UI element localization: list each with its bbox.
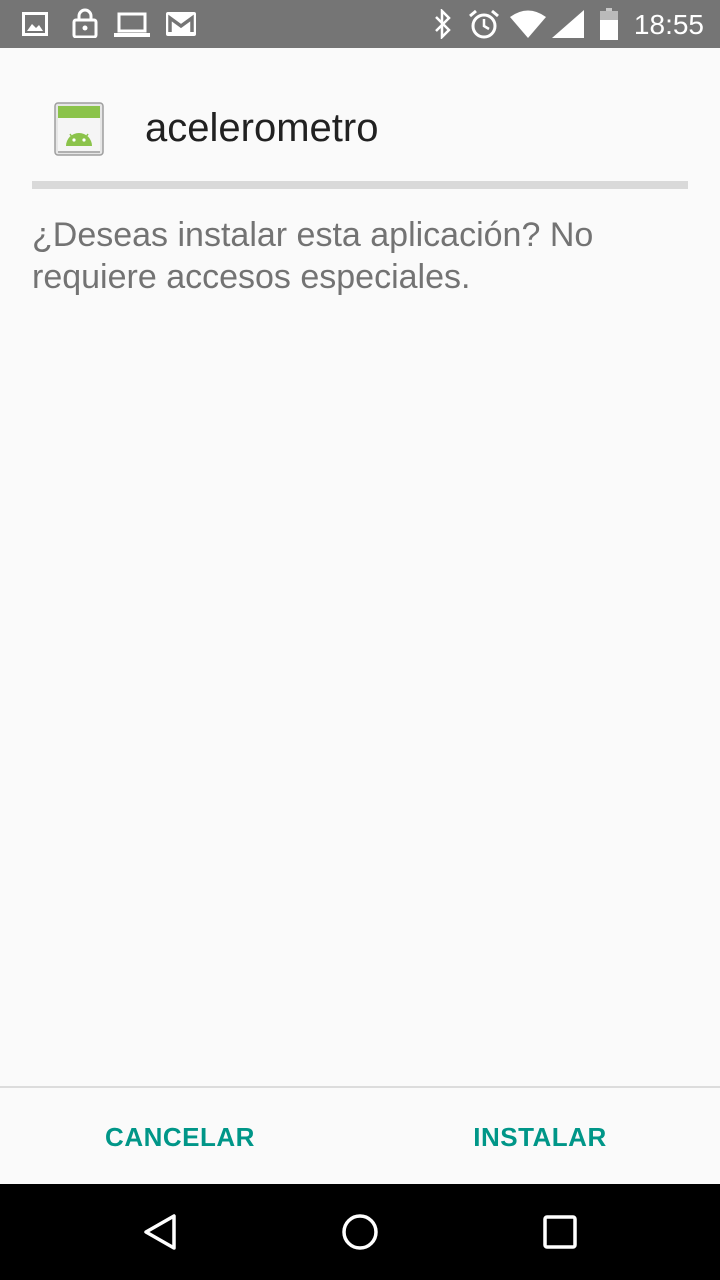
lock-icon [72, 8, 98, 38]
wifi-icon [510, 10, 546, 38]
alarm-icon [469, 9, 499, 39]
cancel-button[interactable]: CANCELAR [0, 1088, 360, 1186]
navigation-bar [0, 1184, 720, 1280]
header-divider [32, 181, 688, 189]
home-icon[interactable] [340, 1212, 380, 1252]
status-bar: 18:55 [0, 0, 720, 48]
clock: 18:55 [633, 9, 704, 40]
action-bar: CANCELAR INSTALAR [0, 1086, 720, 1184]
battery-icon [600, 8, 618, 40]
signal-icon [552, 10, 584, 38]
gmail-icon [166, 12, 196, 36]
recents-icon[interactable] [540, 1212, 580, 1252]
install-question: ¿Deseas instalar esta aplicación? No req… [32, 216, 594, 296]
bluetooth-icon [435, 9, 451, 39]
app-name: acelerometro [145, 106, 379, 150]
app-header: acelerometro [0, 48, 720, 182]
image-icon [22, 12, 48, 36]
laptop-icon [114, 12, 150, 37]
install-button[interactable]: INSTALAR [360, 1088, 720, 1186]
android-app-icon [54, 102, 104, 156]
back-icon[interactable] [140, 1212, 180, 1252]
